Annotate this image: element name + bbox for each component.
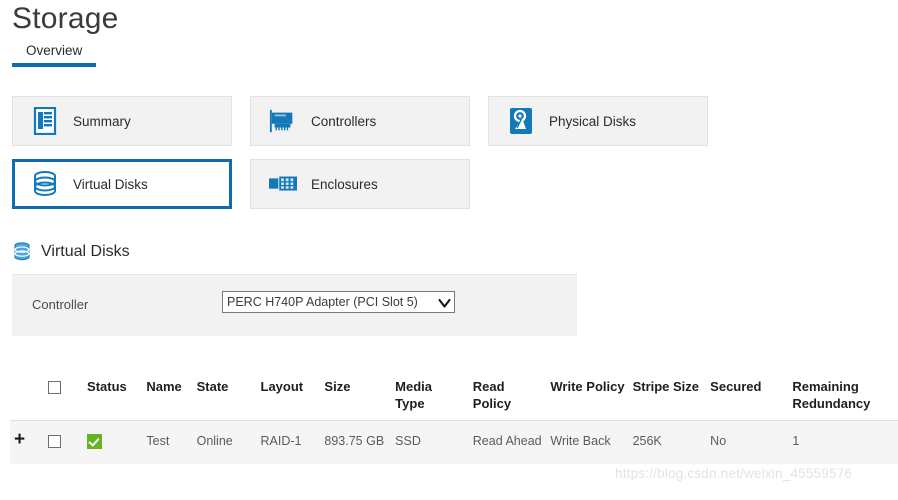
table-body: + Test Online RAID-1 893.75 GB SSD Read … — [10, 421, 898, 465]
header-status[interactable]: Status — [83, 372, 142, 421]
row-checkbox[interactable] — [48, 435, 61, 448]
tile-row-2: Virtual Disks — [12, 159, 712, 209]
summary-list-icon — [31, 107, 59, 135]
header-state[interactable]: State — [193, 372, 257, 421]
row-name: Test — [142, 421, 192, 465]
storage-page: Storage Overview Sum — [0, 0, 898, 500]
enclosure-grid-icon — [269, 170, 297, 198]
row-layout: RAID-1 — [257, 421, 321, 465]
controller-label: Controller — [32, 297, 88, 312]
header-write-policy[interactable]: Write Policy — [546, 372, 628, 421]
controller-select-wrapper: PERC H740P Adapter (PCI Slot 5) — [222, 291, 455, 313]
header-secured[interactable]: Secured — [706, 372, 788, 421]
tile-row-1: Summary Contr — [12, 96, 712, 146]
pci-card-icon — [269, 107, 297, 135]
header-stripe-size[interactable]: Stripe Size — [629, 372, 707, 421]
row-secured: No — [706, 421, 788, 465]
tile-controllers[interactable]: Controllers — [250, 96, 470, 146]
hard-disk-icon — [507, 107, 535, 135]
database-stack-icon — [12, 242, 31, 261]
table-header: Status Name State Layout Size Media Type… — [10, 372, 898, 421]
virtual-disks-section-header: Virtual Disks — [12, 242, 130, 261]
row-stripe-size: 256K — [629, 421, 707, 465]
header-read-policy[interactable]: Read Policy — [469, 372, 547, 421]
watermark: https://blog.csdn.net/weixin_45559576 — [615, 466, 852, 481]
controller-select[interactable]: PERC H740P Adapter (PCI Slot 5) — [222, 291, 455, 313]
header-remaining-redundancy[interactable]: Remaining Redundancy — [788, 372, 898, 421]
select-all-checkbox[interactable] — [48, 381, 61, 394]
tile-physical-disks[interactable]: Physical Disks — [488, 96, 708, 146]
row-select-cell — [44, 421, 83, 465]
table-row: + Test Online RAID-1 893.75 GB SSD Read … — [10, 421, 898, 465]
tile-enclosures[interactable]: Enclosures — [250, 159, 470, 209]
tile-enclosures-label: Enclosures — [311, 177, 378, 192]
tile-virtual-disks[interactable]: Virtual Disks — [12, 159, 232, 209]
tab-overview-label: Overview — [26, 43, 82, 58]
header-media-type[interactable]: Media Type — [391, 372, 469, 421]
row-write-policy: Write Back — [546, 421, 628, 465]
storage-tile-grid: Summary Contr — [12, 96, 712, 222]
header-select-all — [44, 372, 83, 421]
row-read-policy: Read Ahead — [469, 421, 547, 465]
header-layout[interactable]: Layout — [257, 372, 321, 421]
row-state: Online — [193, 421, 257, 465]
row-media-type: SSD — [391, 421, 469, 465]
row-size: 893.75 GB — [320, 421, 391, 465]
database-stack-icon — [31, 170, 59, 198]
tab-bar: Overview — [12, 43, 96, 67]
header-size[interactable]: Size — [320, 372, 391, 421]
page-title: Storage — [12, 2, 118, 36]
tile-physical-disks-label: Physical Disks — [549, 114, 636, 129]
tile-controllers-label: Controllers — [311, 114, 376, 129]
tab-overview[interactable]: Overview — [12, 43, 96, 67]
row-status-cell — [83, 421, 142, 465]
row-expander-cell: + — [10, 421, 44, 465]
header-expander — [10, 372, 44, 421]
section-title: Virtual Disks — [41, 243, 130, 261]
row-remaining-redundancy: 1 — [788, 421, 898, 465]
tile-summary[interactable]: Summary — [12, 96, 232, 146]
table-header-row: Status Name State Layout Size Media Type… — [10, 372, 898, 421]
header-name[interactable]: Name — [142, 372, 192, 421]
tile-virtual-disks-label: Virtual Disks — [73, 177, 148, 192]
virtual-disks-table: Status Name State Layout Size Media Type… — [10, 372, 898, 464]
expand-row-button[interactable]: + — [14, 433, 25, 447]
status-ok-icon — [87, 434, 102, 449]
tile-summary-label: Summary — [73, 114, 131, 129]
